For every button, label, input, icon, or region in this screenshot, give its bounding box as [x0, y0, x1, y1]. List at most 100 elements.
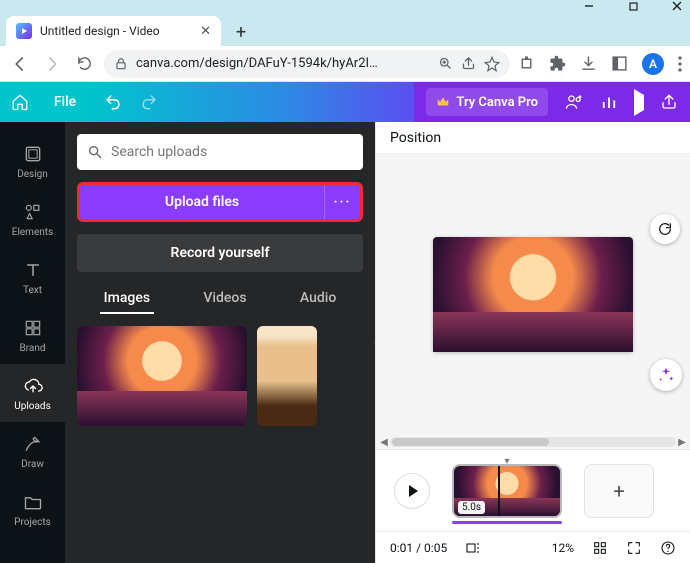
rail-label: Design	[17, 169, 48, 180]
help-icon[interactable]	[660, 540, 676, 556]
view-mode-icon[interactable]	[465, 540, 481, 556]
upload-options-button[interactable]: ···	[324, 185, 360, 219]
profile-avatar[interactable]: A	[642, 53, 664, 75]
try-pro-label: Try Canva Pro	[456, 95, 538, 110]
chrome-menu-icon[interactable]	[678, 56, 682, 72]
clip-duration: 5.0s	[458, 501, 485, 514]
projects-icon	[22, 491, 44, 513]
uploads-tabs: Images Videos Audio	[77, 284, 363, 314]
clip-underline	[452, 521, 562, 524]
fullscreen-icon[interactable]	[626, 540, 642, 556]
elements-icon	[22, 201, 44, 223]
tab-videos[interactable]: Videos	[199, 284, 250, 314]
upload-files-button[interactable]: Upload files	[80, 185, 324, 219]
status-bar: 0:01 / 0:05 12%	[376, 531, 690, 563]
url-text: canva.com/design/DAFuY-1594k/hyAr2I…	[136, 56, 430, 71]
rail-item-brand[interactable]: Brand	[0, 306, 65, 364]
forward-button[interactable]	[40, 52, 64, 76]
tab-title: Untitled design - Video	[40, 24, 192, 38]
tab-images[interactable]: Images	[100, 284, 154, 314]
share-icon[interactable]	[461, 56, 476, 71]
try-canva-pro-button[interactable]: Try Canva Pro	[426, 88, 548, 116]
timeline-play-button[interactable]	[394, 473, 430, 509]
search-input[interactable]	[111, 144, 353, 160]
analytics-icon[interactable]	[600, 93, 618, 111]
main: Design Elements Text Brand Uploads Draw …	[0, 122, 690, 563]
rail-item-design[interactable]: Design	[0, 132, 65, 190]
rotate-button[interactable]	[650, 214, 680, 244]
rail-label: Projects	[14, 517, 51, 528]
new-tab-button[interactable]: +	[227, 18, 255, 46]
browser-tab-active[interactable]: Untitled design - Video ✕	[6, 16, 221, 46]
design-icon	[22, 143, 44, 165]
grid-view-icon[interactable]	[592, 540, 608, 556]
upload-thumbnail-2[interactable]	[257, 326, 317, 426]
tab-close-icon[interactable]: ✕	[200, 24, 211, 39]
collaborators-icon[interactable]	[564, 92, 584, 112]
rail-item-uploads[interactable]: Uploads	[0, 364, 65, 422]
browser-tabstrip: Untitled design - Video ✕ +	[0, 12, 690, 46]
upload-thumbnail-1[interactable]	[77, 326, 247, 426]
playhead[interactable]	[498, 464, 500, 518]
rail-item-elements[interactable]: Elements	[0, 190, 65, 248]
reading-list-icon[interactable]	[611, 55, 628, 72]
file-menu[interactable]: File	[40, 82, 90, 122]
add-clip-button[interactable]: +	[584, 464, 654, 518]
rail-label: Draw	[21, 459, 44, 470]
scroll-thumb[interactable]	[392, 438, 549, 446]
timeline-clip-wrap: ▾ 5.0s	[452, 464, 562, 518]
playback-time: 0:01 / 0:05	[390, 541, 447, 555]
canvas-horizontal-scrollbar[interactable]: ◀ ▶	[376, 435, 690, 449]
window-maximize-button[interactable]	[626, 0, 640, 13]
app-topbar: File Try Canva Pro	[0, 82, 690, 122]
appbar-left: File	[0, 82, 90, 122]
redo-button[interactable]	[140, 93, 158, 111]
rail-label: Text	[23, 285, 42, 296]
crown-icon	[436, 95, 450, 109]
downloads-icon[interactable]	[580, 55, 597, 72]
scroll-track[interactable]	[390, 437, 676, 447]
reload-button[interactable]	[72, 52, 96, 76]
text-icon	[22, 259, 44, 281]
canvas-area[interactable]	[376, 154, 690, 435]
record-yourself-button[interactable]: Record yourself	[77, 234, 363, 272]
rail-item-projects[interactable]: Projects	[0, 480, 65, 538]
window-minimize-button[interactable]	[582, 0, 596, 13]
share-export-icon[interactable]	[660, 93, 678, 111]
zoom-value[interactable]: 12%	[552, 541, 574, 555]
search-uploads[interactable]	[77, 134, 363, 170]
window-close-button[interactable]	[670, 0, 684, 13]
home-button[interactable]	[0, 82, 40, 122]
extension-icon[interactable]	[518, 55, 535, 72]
context-toolbar: Position	[376, 122, 690, 154]
rail-label: Uploads	[14, 401, 50, 412]
back-button[interactable]	[8, 52, 32, 76]
magic-button[interactable]	[650, 359, 682, 391]
rail-label: Brand	[19, 343, 45, 354]
rail-item-text[interactable]: Text	[0, 248, 65, 306]
extensions-puzzle-icon[interactable]	[549, 55, 566, 72]
appbar-center	[90, 82, 414, 122]
rail-label: Elements	[12, 227, 53, 238]
tab-audio[interactable]: Audio	[296, 284, 340, 314]
timeline-clip[interactable]: 5.0s	[452, 464, 562, 518]
timeline: ▾ 5.0s +	[376, 449, 690, 531]
position-button[interactable]: Position	[390, 130, 441, 146]
brand-icon	[22, 317, 44, 339]
undo-button[interactable]	[104, 93, 122, 111]
uploads-panel: Upload files ··· Record yourself Images …	[65, 122, 375, 563]
present-button[interactable]	[634, 95, 644, 110]
zoom-icon[interactable]	[438, 56, 453, 71]
bookmark-icon[interactable]	[484, 56, 500, 72]
upload-files-group: Upload files ···	[77, 182, 363, 222]
scroll-right-arrow[interactable]: ▶	[676, 437, 688, 448]
rail-item-draw[interactable]: Draw	[0, 422, 65, 480]
left-nav-rail: Design Elements Text Brand Uploads Draw …	[0, 122, 65, 563]
address-bar[interactable]: canva.com/design/DAFuY-1594k/hyAr2I…	[104, 50, 510, 78]
canvas-preview[interactable]	[433, 237, 633, 352]
scroll-left-arrow[interactable]: ◀	[378, 437, 390, 448]
site-info-icon[interactable]	[114, 57, 128, 71]
window-titlebar	[0, 0, 690, 12]
draw-icon	[22, 433, 44, 455]
canva-favicon	[16, 23, 32, 39]
